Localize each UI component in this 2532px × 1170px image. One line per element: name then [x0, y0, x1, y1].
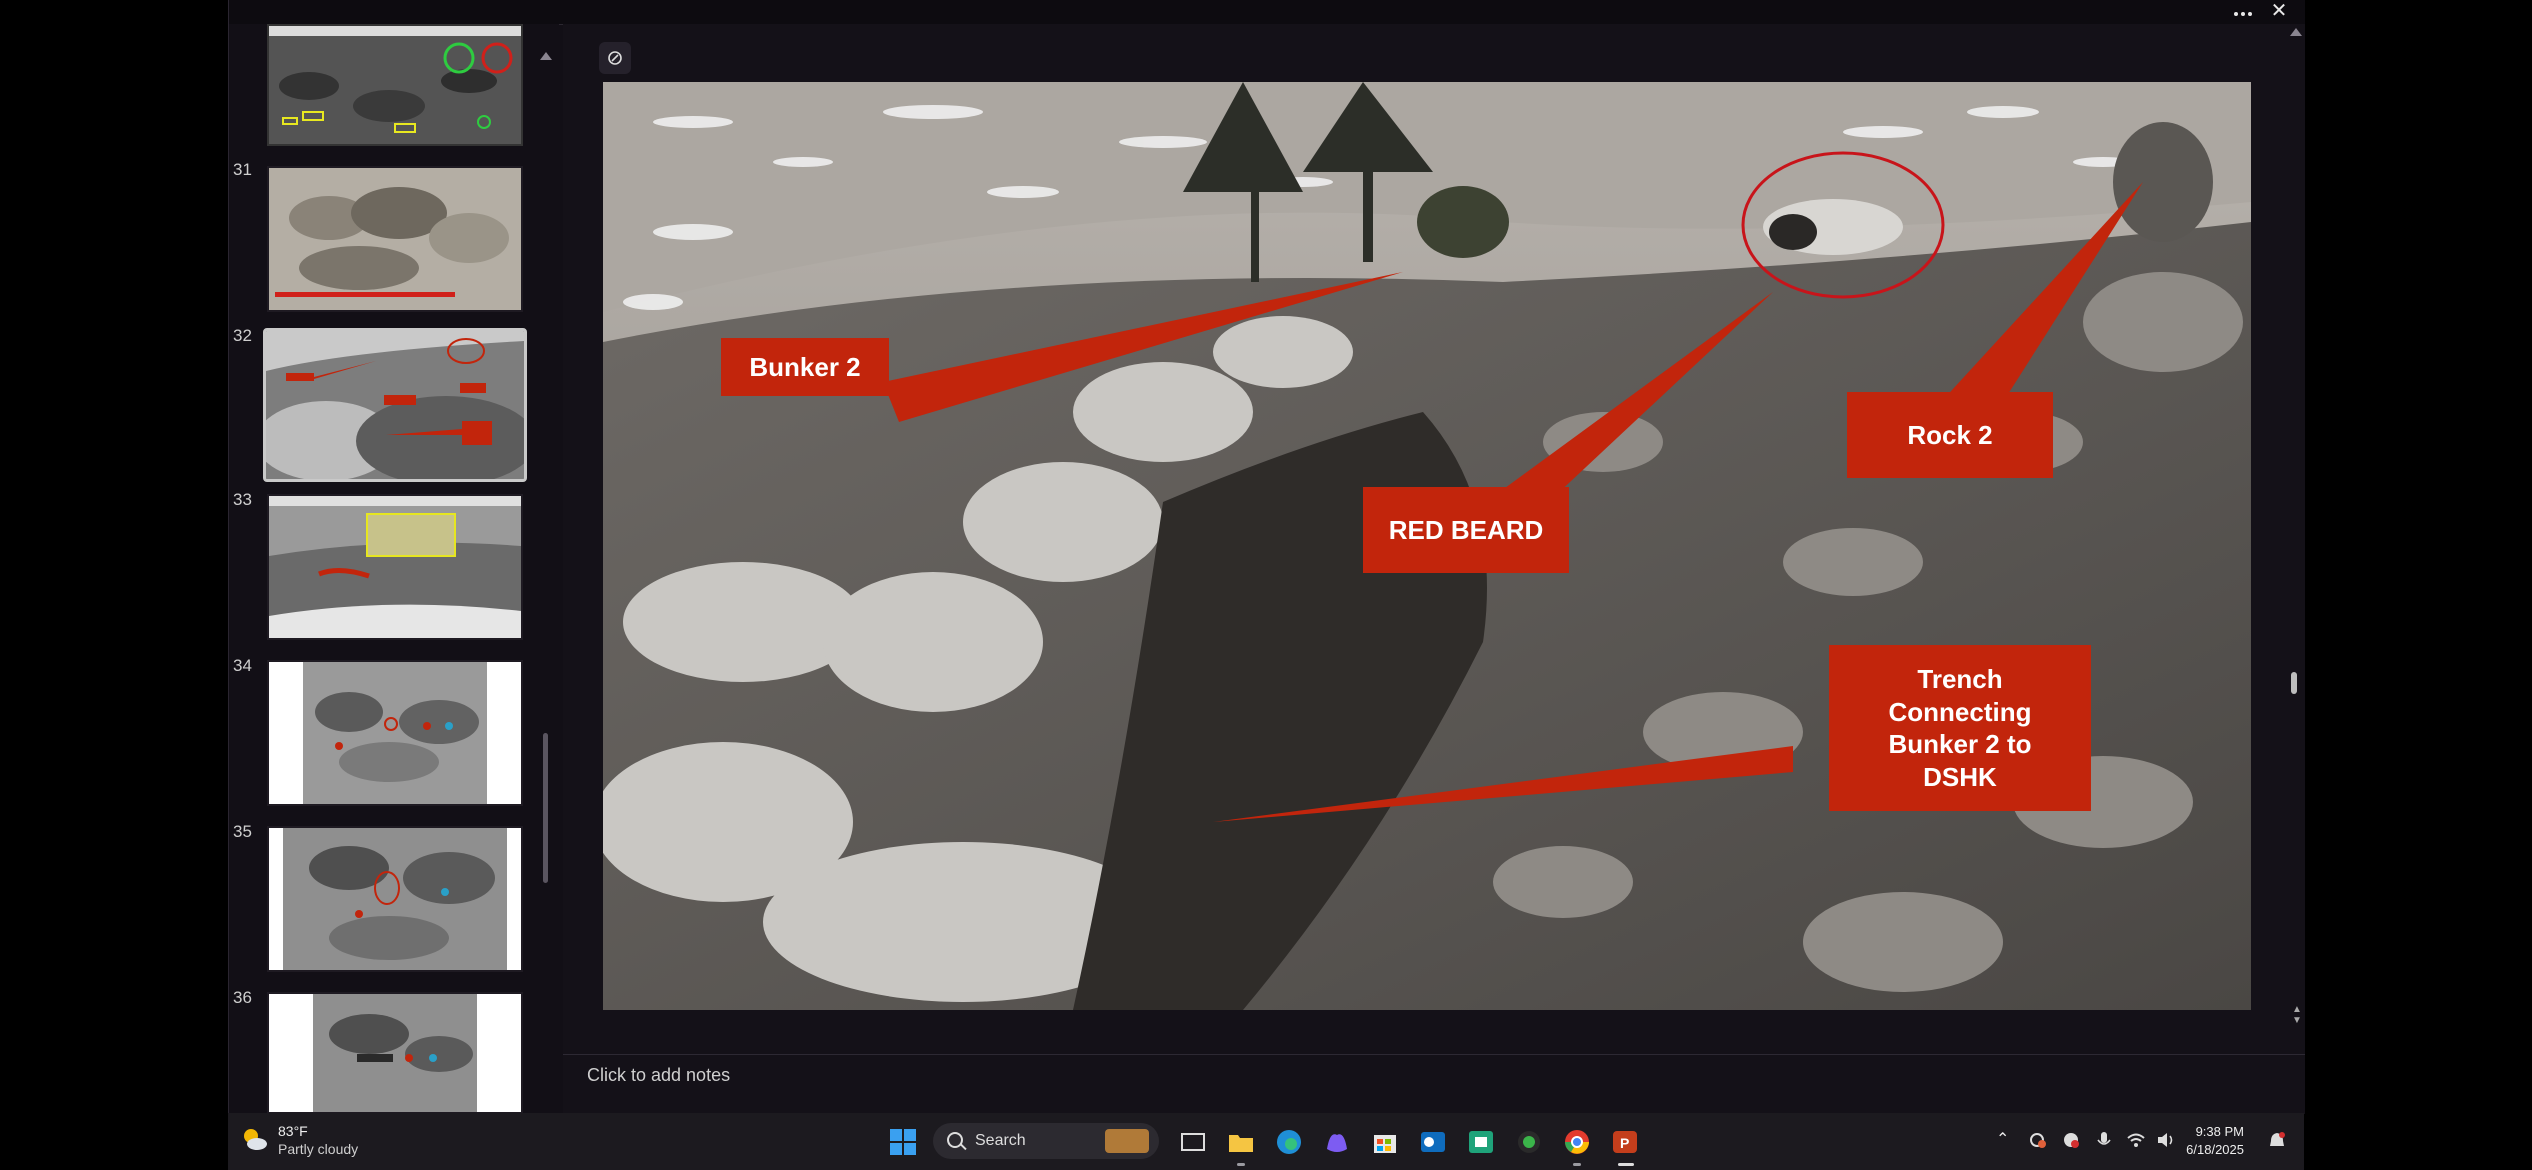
edge-browser-icon[interactable] [1274, 1127, 1304, 1157]
microsoft-store-icon[interactable] [1370, 1127, 1400, 1157]
slide-thumbnail-30[interactable] [267, 24, 523, 146]
active-indicator [1573, 1163, 1581, 1166]
slide-thumbnail-pane: 31 32 33 34 35 36 [229, 24, 559, 1133]
callout-trench[interactable]: Trench Connecting Bunker 2 to DSHK [1829, 645, 2091, 811]
title-bar: ✕ [229, 0, 2305, 25]
designer-icon [608, 51, 622, 65]
chrome-icon[interactable] [1562, 1127, 1592, 1157]
slide-thumbnail-34[interactable] [267, 660, 523, 806]
callout-trench-line-3: Bunker 2 to [1888, 729, 2032, 759]
powerpoint-window: ✕ 31 32 33 34 35 36 Bunker 2 RED BEARD R… [228, 0, 2305, 1133]
slide-number-34: 34 [233, 656, 252, 675]
notes-pane[interactable]: Click to add notes [563, 1054, 2305, 1114]
slide-thumbnail-31[interactable] [267, 166, 523, 312]
active-indicator [1237, 1163, 1245, 1166]
sync-icon[interactable] [2028, 1131, 2046, 1149]
slide-thumbnail-32-selected[interactable] [263, 328, 527, 482]
callout-trench-line-2: Connecting [1888, 696, 2032, 727]
slide-scrollbar[interactable]: ▲ ▼ [2287, 24, 2305, 1054]
slide-thumbnail-33[interactable] [267, 494, 523, 640]
file-explorer-icon[interactable] [1226, 1127, 1256, 1157]
slide-32-image [266, 331, 524, 479]
search-highlight-icon [1105, 1129, 1149, 1153]
designer-toggle-button[interactable] [599, 42, 631, 74]
slide-thumbnail-36[interactable] [267, 992, 523, 1114]
slide-number-31: 31 [233, 160, 252, 179]
slide-30-image [269, 26, 521, 144]
prev-next-slide-icon[interactable]: ▲ ▼ [2292, 1004, 2302, 1026]
app-green-icon[interactable] [1514, 1127, 1544, 1157]
wifi-icon[interactable] [2126, 1131, 2146, 1149]
slide-scroll-thumb[interactable] [2291, 672, 2297, 694]
weather-temperature: 83°F [278, 1123, 308, 1139]
slide-number-36: 36 [233, 988, 252, 1007]
search-icon [947, 1132, 963, 1148]
scroll-up-icon[interactable] [540, 52, 552, 60]
callout-rock-2[interactable]: Rock 2 [1847, 392, 2053, 478]
app-tray-icon[interactable] [2062, 1131, 2080, 1149]
windows-start-icon[interactable] [888, 1127, 918, 1157]
partly-cloudy-icon [244, 1129, 267, 1150]
slide-31-image [269, 168, 521, 310]
slide-36-image [269, 994, 521, 1112]
taskbar-search-box[interactable]: Search [933, 1123, 1159, 1159]
notification-bell-icon[interactable] [2268, 1131, 2286, 1151]
volume-icon[interactable] [2156, 1131, 2176, 1149]
callout-trench-line-4: DSHK [1923, 761, 1997, 792]
more-options-button[interactable] [2225, 0, 2261, 22]
weather-description: Partly cloudy [278, 1141, 359, 1157]
scroll-up-icon[interactable] [2290, 28, 2302, 36]
close-button[interactable]: ✕ [2261, 0, 2297, 22]
terminal-icon[interactable] [1466, 1127, 1496, 1157]
chevron-up-icon[interactable]: ⌃ [1996, 1129, 2009, 1149]
windows-taskbar: 83°F Partly cloudy Search P ⌃ 9:38 PM 6/… [228, 1113, 2304, 1170]
notes-placeholder[interactable]: Click to add notes [587, 1065, 730, 1086]
more-horizontal-icon [2234, 12, 2252, 16]
search-label: Search [975, 1132, 1026, 1149]
current-slide[interactable]: Bunker 2 RED BEARD Rock 2 Trench Connect… [603, 82, 2251, 1010]
thumbnail-scrollbar[interactable] [539, 48, 553, 1137]
slide-number-33: 33 [233, 490, 252, 509]
slide-33-image [269, 496, 521, 638]
outlook-icon[interactable] [1418, 1127, 1448, 1157]
slide-thumbnail-35[interactable] [267, 826, 523, 972]
taskbar-clock[interactable]: 9:38 PM 6/18/2025 [2186, 1123, 2244, 1159]
powerpoint-icon[interactable]: P [1610, 1127, 1640, 1157]
callout-bunker-2[interactable]: Bunker 2 [721, 338, 889, 396]
slide-number-32: 32 [233, 326, 252, 345]
slide-34-image [269, 662, 521, 804]
clock-time: 9:38 PM [2195, 1124, 2244, 1139]
callout-red-beard[interactable]: RED BEARD [1363, 487, 1569, 573]
active-indicator-focused [1618, 1163, 1634, 1166]
clock-date: 6/18/2025 [2186, 1142, 2244, 1157]
callout-trench-line-1: Trench [1917, 664, 2003, 694]
task-view-icon[interactable] [1178, 1127, 1208, 1157]
thumbnail-scroll-thumb[interactable] [543, 733, 548, 883]
copilot-icon[interactable] [1322, 1127, 1352, 1157]
slide-number-35: 35 [233, 822, 252, 841]
slide-editor: Bunker 2 RED BEARD Rock 2 Trench Connect… [563, 24, 2305, 1054]
svg-text:P: P [1620, 1135, 1629, 1151]
microphone-icon[interactable] [2096, 1131, 2112, 1151]
slide-35-image [269, 828, 521, 970]
